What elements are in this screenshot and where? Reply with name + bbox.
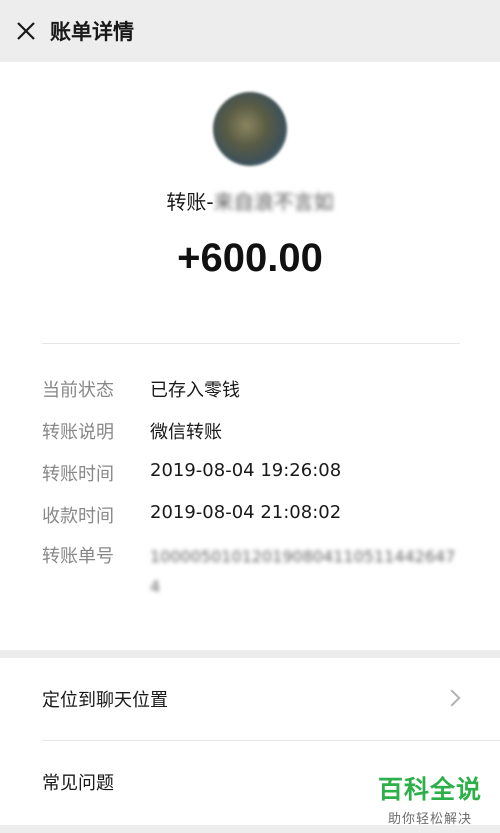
close-icon — [17, 22, 35, 40]
detail-row-transfer-id: 转账单号 1000050101201908041105114426474 — [42, 542, 462, 602]
detail-label: 转账单号 — [42, 546, 114, 567]
detail-label: 当前状态 — [42, 380, 114, 401]
divider — [42, 343, 460, 344]
list-item-label: 定位到聊天位置 — [42, 690, 168, 711]
locate-in-chat-item[interactable]: 定位到聊天位置 — [0, 658, 500, 740]
page-title: 账单详情 — [50, 20, 134, 44]
detail-value: 2019-08-04 19:26:08 — [150, 460, 342, 481]
chevron-right-icon — [443, 689, 461, 707]
list-item-label: 常见问题 — [42, 773, 114, 794]
transfer-amount: +600.00 — [177, 236, 323, 280]
detail-row-status: 当前状态 已存入零钱 — [42, 376, 462, 402]
bill-detail-card: 转账-来自浪不言如 +600.00 当前状态 已存入零钱 转账说明 微信转账 转… — [0, 62, 500, 650]
close-button[interactable] — [0, 0, 52, 62]
detail-value: 微信转账 — [150, 422, 222, 443]
detail-value: 2019-08-04 21:08:02 — [150, 502, 342, 523]
avatar — [213, 92, 287, 166]
detail-row-transfer-time: 转账时间 2019-08-04 19:26:08 — [42, 460, 462, 486]
transfer-prefix: 转账- — [166, 190, 214, 214]
transfer-id-value: 1000050101201908041105114426474 — [150, 547, 456, 596]
watermark-logo: 百科全说 助你轻松解决 — [374, 770, 486, 827]
detail-value: 已存入零钱 — [150, 380, 240, 401]
watermark-subtitle: 助你轻松解决 — [387, 812, 472, 827]
top-bar: 账单详情 — [0, 0, 500, 62]
detail-row-receive-time: 收款时间 2019-08-04 21:08:02 — [42, 502, 462, 528]
transfer-source: 转账-来自浪不言如 — [0, 186, 500, 215]
detail-row-note: 转账说明 微信转账 — [42, 418, 462, 444]
detail-label: 收款时间 — [42, 506, 114, 527]
detail-label: 转账说明 — [42, 422, 114, 443]
sender-name: 来自浪不言如 — [213, 190, 334, 214]
watermark-title: 百科全说 — [377, 775, 482, 804]
detail-label: 转账时间 — [42, 464, 114, 485]
